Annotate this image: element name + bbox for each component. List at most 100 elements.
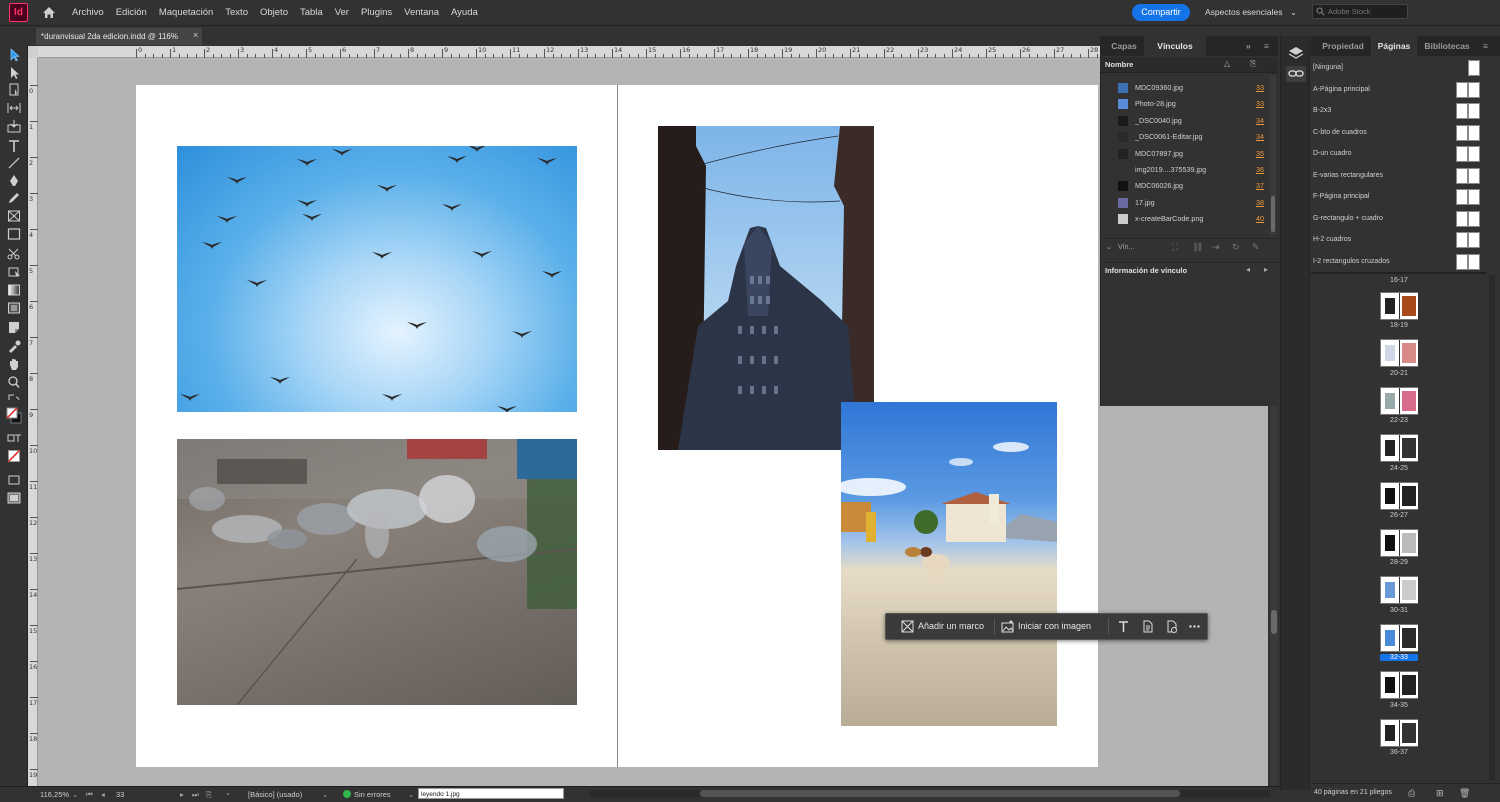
link-row[interactable]: img2019....375539.jpg 36 [1100, 162, 1270, 178]
page-thumbnail[interactable] [1381, 340, 1399, 367]
link-page-number[interactable]: 35 [1250, 146, 1264, 162]
vertical-ruler[interactable]: 0 1 2 3 4 5 6 7 8 9 10 11 12 13 14 15 16 17 18 19 [28, 58, 38, 786]
menu-plugins[interactable]: Plugins [355, 0, 398, 26]
open-page-icon[interactable]: ⎘ [206, 787, 212, 802]
chevron-down-icon[interactable]: ⌄ [322, 787, 328, 802]
spread-label[interactable]: 36-37 [1380, 749, 1418, 756]
place-content-icon[interactable] [1165, 620, 1178, 633]
page-thumbnail[interactable] [1381, 672, 1399, 699]
document-icon[interactable] [1141, 620, 1154, 633]
pen-tool-icon[interactable] [6, 174, 22, 188]
parent-page-thumbnail[interactable] [1468, 81, 1480, 98]
page-column-icon[interactable]: ⎘ [1250, 59, 1256, 69]
page-thumbnail[interactable] [1400, 482, 1418, 509]
spread-thumbnail[interactable] [1380, 386, 1418, 415]
link-row[interactable]: Photo-28.jpg 33 [1100, 96, 1270, 112]
chevron-down-icon[interactable]: ⌄ [408, 787, 414, 802]
rectangle-tool-icon[interactable] [6, 227, 22, 241]
menu-objeto[interactable]: Objeto [254, 0, 294, 26]
content-collector-icon[interactable] [6, 119, 22, 133]
pages-scrollbar[interactable] [1489, 275, 1495, 780]
spread-thumbnail[interactable] [1380, 576, 1418, 605]
parent-page-row[interactable]: I-2 rectangulos cruzados [1311, 251, 1483, 273]
parent-page-thumbnail[interactable] [1456, 81, 1468, 98]
direct-selection-tool-icon[interactable] [6, 66, 22, 80]
parent-page-thumbnail[interactable] [1456, 232, 1468, 248]
formatting-affects-icon[interactable] [6, 432, 22, 446]
link-row[interactable]: x-createBarCode.png 40 [1100, 211, 1270, 227]
image-frame-pigeons-sidewalk[interactable] [177, 439, 577, 705]
page-thumbnail[interactable] [1381, 624, 1399, 651]
fill-stroke-swatch-icon[interactable] [6, 405, 22, 427]
document-tab[interactable]: *duranvisual 2da edicion.indd @ 116% [36, 28, 202, 45]
parent-page-thumbnail[interactable] [1456, 124, 1468, 141]
ruler-origin[interactable] [28, 46, 38, 58]
link-page-number[interactable]: 34 [1250, 129, 1264, 145]
panel-menu-icon[interactable]: ≡ [1483, 36, 1495, 56]
parent-page-row[interactable]: G-rectangulo + cuadro [1311, 208, 1483, 230]
gradient-feather-tool-icon[interactable] [6, 301, 22, 315]
tab-bibliotecas[interactable]: Bibliotecas [1421, 36, 1473, 56]
parent-page-thumbnail[interactable] [1468, 103, 1480, 119]
page-thumbnail[interactable] [1400, 387, 1418, 414]
tab-paginas[interactable]: Páginas [1371, 36, 1417, 56]
page-thumbnail[interactable] [1381, 435, 1399, 462]
menu-edicion[interactable]: Edición [110, 0, 153, 26]
page-thumbnail[interactable] [1381, 530, 1399, 556]
tab-propiedades[interactable]: Propiedad [1317, 36, 1369, 56]
spread-thumbnail[interactable] [1380, 529, 1418, 557]
edit-original-icon[interactable]: ✎ [1252, 242, 1260, 253]
link-page-number[interactable]: 34 [1250, 113, 1264, 129]
panel-collapse-icon[interactable]: » [1246, 36, 1258, 56]
parent-page-thumbnail[interactable] [1456, 167, 1468, 184]
page-thumbnail[interactable] [1400, 672, 1418, 699]
spread-label[interactable]: 22-23 [1380, 417, 1418, 424]
go-to-link-icon[interactable]: ⇥ [1212, 242, 1220, 253]
link-page-number[interactable]: 33 [1250, 80, 1264, 96]
spread-label[interactable]: 26-27 [1380, 512, 1418, 519]
eyedropper-tool-icon[interactable] [6, 339, 22, 353]
parent-page-thumbnail[interactable] [1456, 189, 1468, 205]
update-link-icon[interactable]: ↻ [1232, 242, 1240, 253]
image-frame-birds-sky[interactable] [177, 146, 577, 412]
start-with-image-button[interactable]: Iniciar con imagen [1018, 614, 1091, 639]
parent-page-thumbnail[interactable] [1468, 253, 1480, 270]
chevron-down-icon[interactable]: ⌄ [72, 787, 78, 802]
horizontal-ruler[interactable]: 0 1 2 3 4 5 6 7 8 9 10 11 12 13 14 15 16 17 18 19 20 21 22 23 24… [38, 46, 1115, 58]
relink-icon[interactable]: ⛓ [1192, 242, 1203, 253]
menu-ver[interactable]: Ver [329, 0, 355, 26]
link-row[interactable]: 17.jpg 38 [1100, 195, 1270, 211]
adobe-stock-search-input[interactable]: Adobe Stock [1312, 4, 1408, 19]
parent-page-row[interactable]: C-bto de cuadros [1311, 122, 1483, 144]
page-thumbnail[interactable] [1400, 435, 1418, 462]
add-frame-button[interactable]: Añadir un marco [918, 614, 984, 639]
next-link-icon[interactable]: ▸ [1264, 265, 1268, 274]
scissors-tool-icon[interactable] [6, 247, 22, 261]
swap-fill-stroke-icon[interactable] [6, 391, 22, 405]
link-row[interactable]: MDC06026.jpg 37 [1100, 178, 1270, 194]
parent-page-thumbnail[interactable] [1456, 253, 1468, 270]
page-thumbnail[interactable] [1400, 624, 1418, 651]
vertical-scrollbar[interactable] [1270, 406, 1278, 786]
parent-page-row[interactable]: E-varias rectangulares [1311, 165, 1483, 187]
panel-menu-icon[interactable]: ≡ [1264, 36, 1276, 56]
page-style-field[interactable]: [Básico] (usado) [248, 787, 302, 802]
spread-thumbnail[interactable] [1380, 718, 1418, 747]
hand-tool-icon[interactable] [6, 357, 22, 371]
new-page-icon[interactable]: ⊞ [1436, 784, 1444, 802]
spread-thumbnail[interactable] [1380, 434, 1418, 463]
menu-texto[interactable]: Texto [219, 0, 254, 26]
parent-page-thumbnail[interactable] [1468, 124, 1480, 141]
parent-page-thumbnail[interactable] [1468, 210, 1480, 227]
page-thumbnail[interactable] [1381, 293, 1399, 319]
gradient-tool-icon[interactable] [6, 283, 22, 297]
home-icon[interactable] [42, 6, 56, 19]
parent-page-row[interactable]: D-un cuadro [1311, 143, 1483, 165]
rectangle-frame-tool-icon[interactable] [6, 209, 22, 223]
parent-page-thumbnail[interactable] [1468, 146, 1480, 162]
next-page-icon[interactable]: ▸ [180, 787, 184, 802]
relink-cc-icon[interactable]: ⛶ [1172, 242, 1178, 253]
link-page-number[interactable]: 37 [1250, 178, 1264, 194]
link-row[interactable]: MDC09360.jpg 33 [1100, 80, 1270, 96]
spread-label[interactable]: 28-29 [1380, 559, 1418, 566]
